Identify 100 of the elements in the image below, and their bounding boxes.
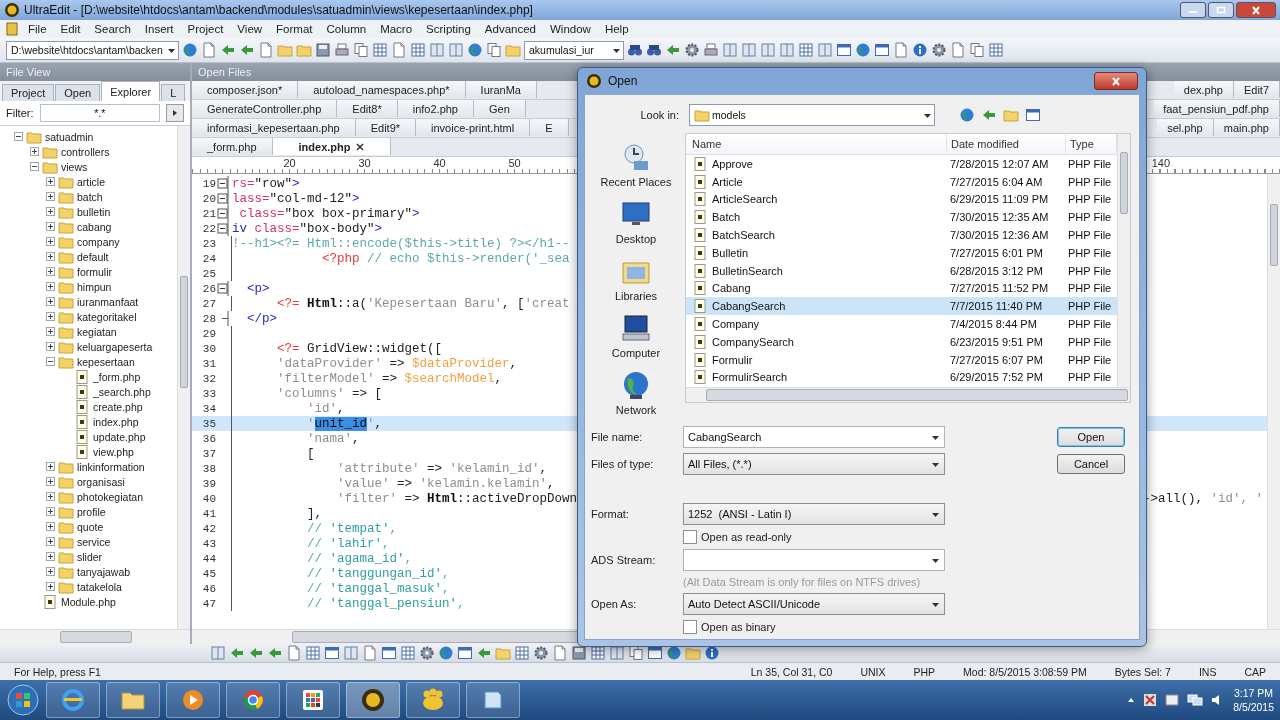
open-button[interactable]: Open [1057, 427, 1125, 447]
taskbar-app[interactable] [286, 682, 340, 718]
fold-icon[interactable] [216, 281, 232, 296]
expand-icon[interactable] [46, 552, 55, 561]
file-tab[interactable]: Edit7 [1233, 81, 1280, 98]
document-icon[interactable] [893, 42, 909, 58]
scrollbar[interactable] [0, 629, 190, 644]
close-icon[interactable] [356, 142, 365, 151]
tree-item[interactable]: organisasi [77, 475, 125, 488]
expand-icon[interactable] [46, 297, 55, 306]
clock-time[interactable]: 3:17 PM [1234, 686, 1274, 700]
expand-icon[interactable] [46, 582, 55, 591]
column-header[interactable]: Name [686, 134, 947, 154]
arrow-icon[interactable] [239, 42, 255, 58]
tree-item[interactable]: bulletin [77, 205, 111, 218]
file-tab[interactable]: main.php [1213, 119, 1280, 136]
grid-icon[interactable] [305, 645, 321, 661]
checkbox[interactable] [683, 620, 697, 634]
printer-icon[interactable] [703, 42, 719, 58]
tree-item[interactable]: cabang [77, 220, 112, 233]
fold-icon[interactable] [216, 221, 232, 236]
columns-icon[interactable] [448, 42, 464, 58]
pages-icon[interactable] [486, 42, 502, 58]
tree-item[interactable]: default [77, 250, 109, 263]
fold-icon[interactable] [216, 206, 232, 221]
file-row[interactable]: ArticleSearch 6/29/2015 11:09 PM PHP File [686, 190, 1117, 209]
fold-icon[interactable] [216, 176, 232, 191]
taskbar-app[interactable] [466, 682, 520, 718]
window-icon[interactable] [836, 42, 852, 58]
file-tab[interactable]: info2.php [397, 100, 474, 117]
look-in-combo[interactable]: models [689, 104, 935, 126]
tree-item[interactable]: keluargapeserta [77, 340, 153, 353]
grid-icon[interactable] [410, 42, 426, 58]
columns-icon[interactable] [609, 645, 625, 661]
panel-tab[interactable]: Project [2, 84, 55, 101]
app-menu-icon[interactable] [4, 21, 20, 37]
arrow-icon[interactable] [248, 645, 264, 661]
fold-icon[interactable] [216, 191, 232, 206]
file-tab[interactable]: E [530, 119, 569, 136]
columns-icon[interactable] [429, 42, 445, 58]
expand-icon[interactable] [46, 522, 55, 531]
info-icon[interactable] [912, 42, 928, 58]
expand-icon[interactable] [30, 147, 39, 156]
tree-item[interactable]: linkinformation [77, 460, 145, 473]
taskbar-app[interactable] [346, 682, 400, 718]
expand-icon[interactable] [46, 537, 55, 546]
globe-icon[interactable] [959, 107, 975, 123]
scrollbar-thumb[interactable] [706, 389, 1128, 401]
columns-icon[interactable] [722, 42, 738, 58]
gear-icon[interactable] [533, 645, 549, 661]
maximize-button[interactable] [1208, 2, 1234, 18]
arrow-icon[interactable] [220, 42, 236, 58]
taskbar-app[interactable] [406, 682, 460, 718]
arrow-icon[interactable] [981, 107, 997, 123]
grid-icon[interactable] [514, 645, 530, 661]
place-item[interactable]: Recent Places [600, 141, 672, 188]
file-tab[interactable]: IuranMa [465, 81, 537, 98]
tree-item[interactable]: photokegiatan [77, 490, 143, 503]
taskbar-app[interactable] [166, 682, 220, 718]
window-icon[interactable] [874, 42, 890, 58]
expand-icon[interactable] [46, 207, 55, 216]
tree-item[interactable]: batch [77, 190, 103, 203]
arrow-icon[interactable] [665, 42, 681, 58]
file-tab[interactable]: faat_pensiun_pdf.php [1153, 100, 1280, 117]
file-row[interactable]: BulletinSearch 6/28/2015 3:12 PM PHP File [686, 261, 1117, 280]
tree-item[interactable]: company [77, 235, 120, 248]
grid-icon[interactable] [372, 42, 388, 58]
place-item[interactable]: Desktop [615, 198, 657, 245]
expand-icon[interactable] [46, 567, 55, 576]
clock-date[interactable]: 8/5/2015 [1233, 700, 1274, 714]
file-tab[interactable]: informasi_kepesertaan.php [192, 119, 356, 136]
pages-icon[interactable] [353, 42, 369, 58]
file-tab[interactable]: composer.json* [192, 81, 299, 98]
file-tab[interactable]: autoload_namespaces.php* [298, 81, 466, 98]
close-button[interactable] [1236, 2, 1276, 18]
arrow-icon[interactable] [229, 645, 245, 661]
file-row[interactable]: Approve 7/28/2015 12:07 AM PHP File [686, 155, 1117, 173]
close-button[interactable] [1094, 72, 1138, 90]
document-icon[interactable] [362, 645, 378, 661]
columns-icon[interactable] [817, 42, 833, 58]
tree-item[interactable]: _form.php [93, 370, 141, 383]
tree-item[interactable]: view.php [93, 445, 134, 458]
menu-item[interactable]: Format [270, 23, 319, 35]
grid-icon[interactable] [400, 645, 416, 661]
format-dropdown[interactable]: 1252 (ANSI - Latin I) [683, 503, 945, 525]
network-icon[interactable] [1187, 693, 1204, 707]
taskbar-app[interactable] [106, 682, 160, 718]
columns-icon[interactable] [210, 645, 226, 661]
tree-item[interactable]: tatakelola [77, 580, 122, 593]
menu-item[interactable]: Search [88, 23, 137, 35]
tree-item[interactable]: views [61, 160, 88, 173]
show-hidden-icons-icon[interactable] [1127, 696, 1136, 704]
tree-item[interactable]: kategoritakel [77, 310, 137, 323]
tree-item[interactable]: article [77, 175, 105, 188]
checkbox[interactable] [683, 530, 697, 544]
place-item[interactable]: Network [615, 369, 657, 416]
document-icon[interactable] [201, 42, 217, 58]
gear-icon[interactable] [684, 42, 700, 58]
taskbar-app[interactable] [226, 682, 280, 718]
apply-filter-button[interactable] [166, 104, 184, 122]
